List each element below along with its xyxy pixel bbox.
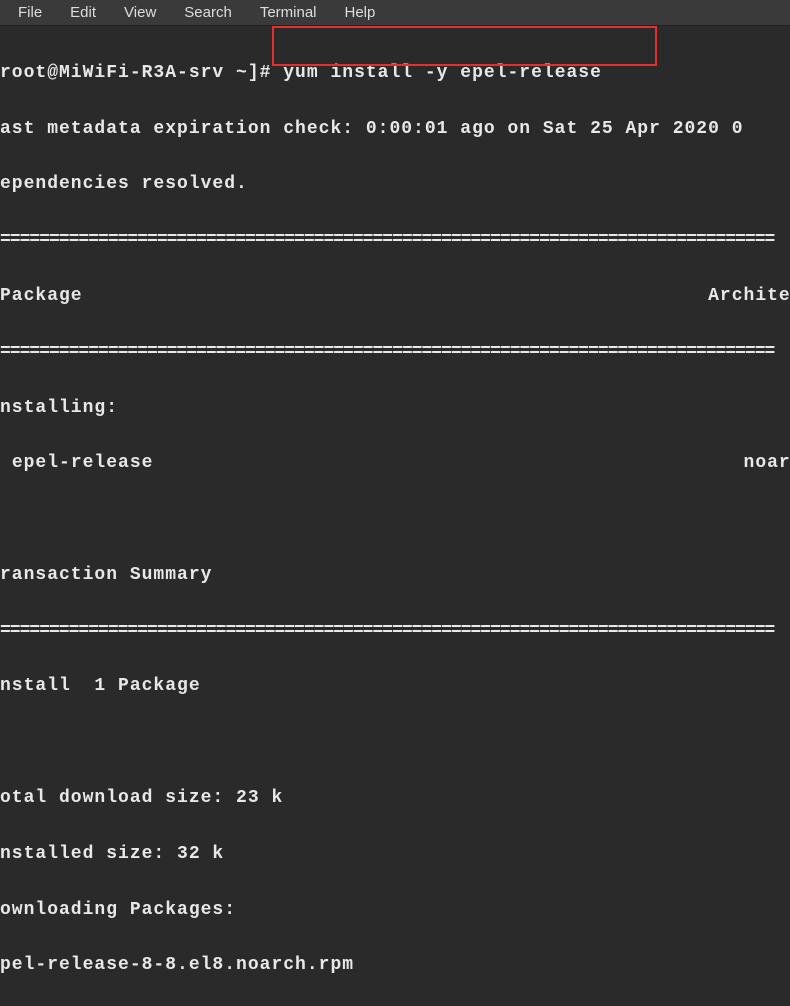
separator-line: ========================================…: [0, 339, 790, 367]
package-row: epel-release noarch: [0, 450, 790, 478]
menu-search[interactable]: Search: [170, 2, 246, 23]
blank-line: [0, 506, 790, 534]
menu-terminal[interactable]: Terminal: [246, 2, 331, 23]
separator-line: ========================================…: [0, 618, 790, 646]
package-name: epel-release: [12, 453, 154, 473]
header-package: Package: [0, 286, 83, 306]
package-arch: noarch: [744, 453, 790, 473]
output-line: ependencies resolved.: [0, 171, 790, 199]
header-arch: Architec: [708, 286, 790, 306]
shell-prompt: root@MiWiFi-R3A-srv ~]#: [0, 63, 271, 83]
menu-view[interactable]: View: [110, 2, 170, 23]
download-size: otal download size: 23 k: [0, 785, 790, 813]
terminal-output[interactable]: root@MiWiFi-R3A-srv ~]# yum install -y e…: [0, 26, 790, 1006]
table-header: Package Architec: [0, 283, 790, 311]
command-text: yum install -y epel-release: [271, 63, 601, 83]
output-line: ast metadata expiration check: 0:00:01 a…: [0, 116, 790, 144]
rpm-file: pel-release-8-8.el8.noarch.rpm: [0, 952, 790, 980]
install-count: nstall 1 Package: [0, 673, 790, 701]
transaction-summary-label: ransaction Summary: [0, 562, 790, 590]
installing-label: nstalling:: [0, 395, 790, 423]
installed-size: nstalled size: 32 k: [0, 841, 790, 869]
menu-help[interactable]: Help: [331, 2, 390, 23]
menu-edit[interactable]: Edit: [56, 2, 110, 23]
menu-bar: File Edit View Search Terminal Help: [0, 0, 790, 26]
menu-file[interactable]: File: [4, 2, 56, 23]
blank-line: [0, 729, 790, 757]
prompt-line: root@MiWiFi-R3A-srv ~]# yum install -y e…: [0, 60, 790, 88]
downloading-label: ownloading Packages:: [0, 897, 790, 925]
separator-line: ========================================…: [0, 227, 790, 255]
